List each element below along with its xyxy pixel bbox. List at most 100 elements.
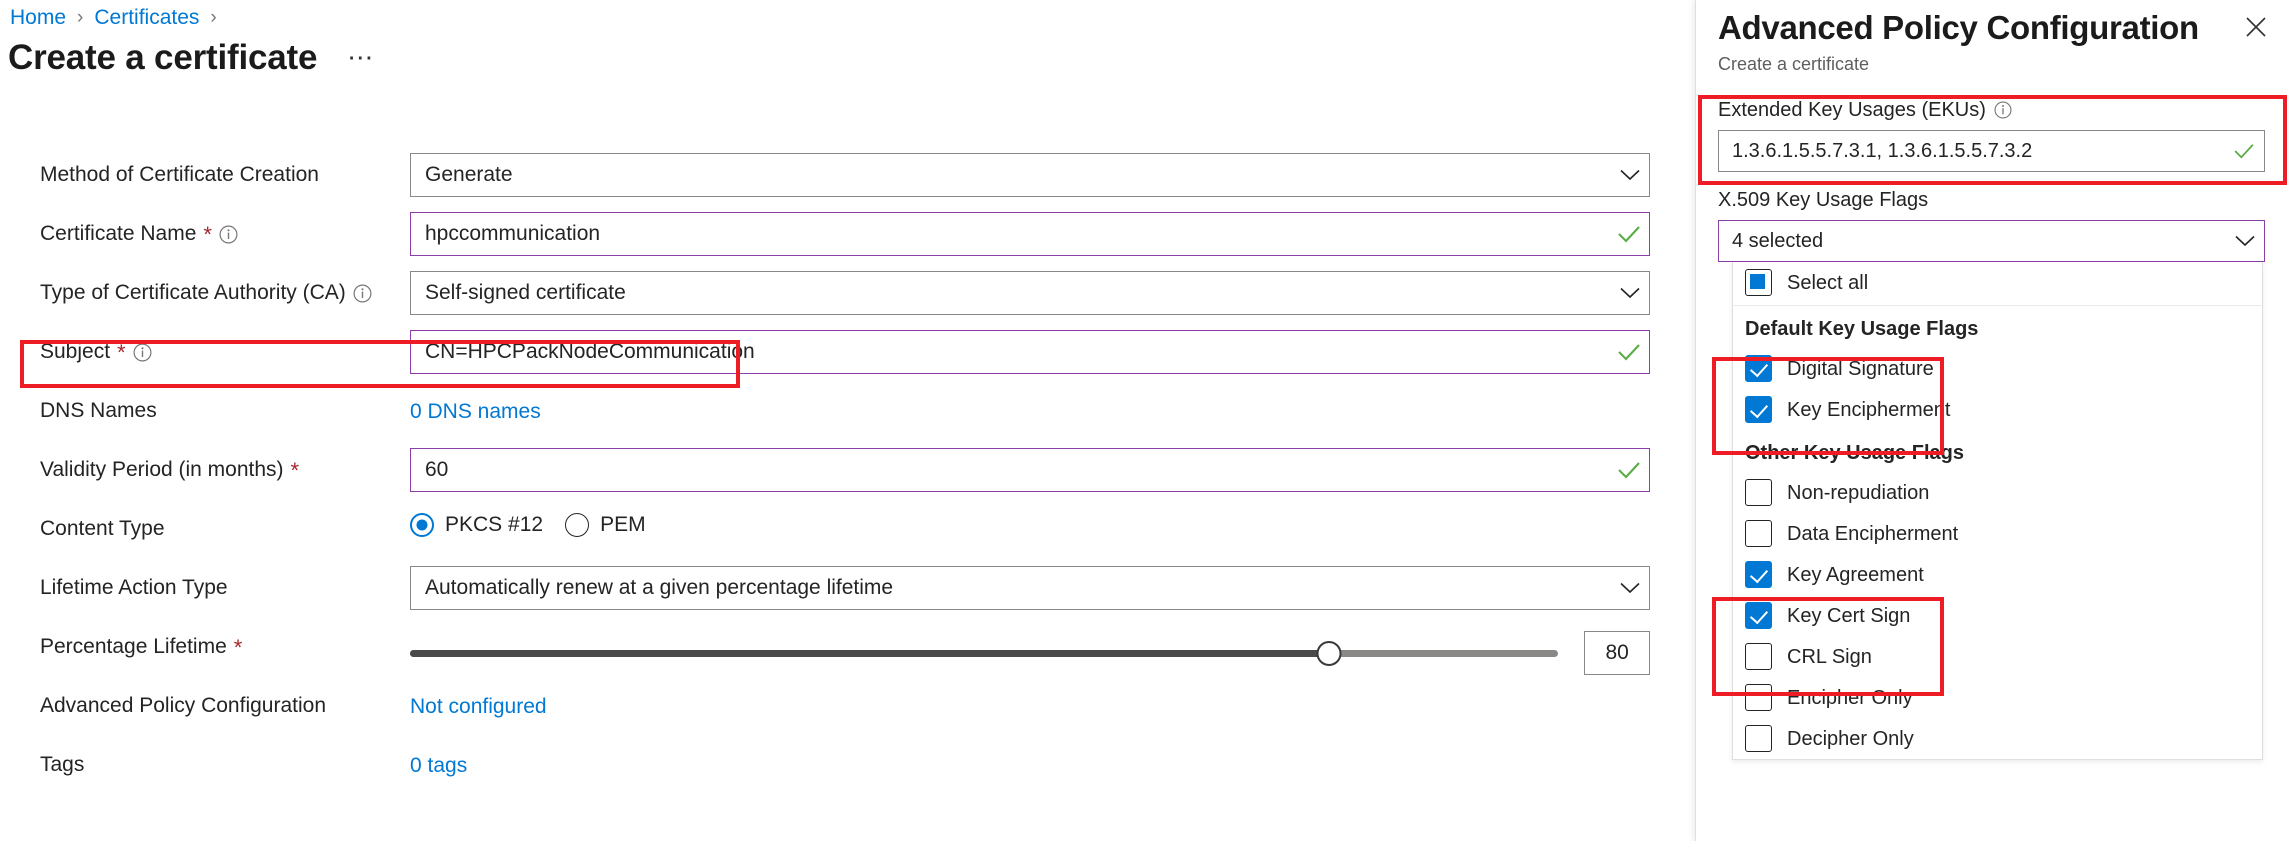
control-lifetime-action-type: Automatically renew at a given percentag… [410, 566, 1650, 610]
checkbox-unchecked-icon[interactable] [1745, 643, 1772, 670]
panel-title: Advanced Policy Configuration [1718, 9, 2199, 46]
checkbox-unchecked-icon[interactable] [1745, 725, 1772, 752]
label-text: Content Type [40, 517, 165, 540]
checkbox-checked-icon[interactable] [1745, 602, 1772, 629]
chevron-down-icon[interactable] [2226, 235, 2264, 247]
radio-option-pem[interactable]: PEM [565, 513, 646, 537]
dropdown-item-key-agreement[interactable]: Key Agreement [1733, 554, 2262, 595]
valid-check-icon [1609, 343, 1649, 361]
label-subject: Subject * [40, 337, 152, 367]
dropdown-item-key-cert-sign[interactable]: Key Cert Sign [1733, 595, 2262, 636]
chevron-down-icon[interactable] [1611, 287, 1649, 299]
dropdown-item-label: Key Encipherment [1787, 398, 1951, 421]
info-icon[interactable] [133, 343, 152, 362]
breadcrumb-certificates[interactable]: Certificates [94, 5, 199, 31]
control-advanced-policy-configuration: Not configured [410, 684, 1650, 722]
dropdown-item-decipher-only[interactable]: Decipher Only [1733, 718, 2262, 759]
close-icon[interactable] [2239, 10, 2273, 44]
dropdown-item-non-repudiation[interactable]: Non-repudiation [1733, 472, 2262, 513]
chevron-down-icon[interactable] [1611, 582, 1649, 594]
label-dns-names: DNS Names [40, 396, 157, 426]
label-text: Percentage Lifetime [40, 635, 227, 658]
slider-thumb[interactable] [1316, 640, 1342, 666]
dropdown-item-key-encipherment[interactable]: Key Encipherment [1733, 389, 2262, 430]
dropdown-item-crl-sign[interactable]: CRL Sign [1733, 636, 2262, 677]
label-text: Subject [40, 340, 111, 363]
page-header: Create a certificate ⋯ [8, 37, 375, 79]
form-row-subject: Subject * CN=HPCPackNodeCommunication [0, 330, 1695, 396]
select-value: Generate [425, 163, 513, 186]
valid-check-icon [1609, 225, 1649, 243]
label-text: Extended Key Usages (EKUs) [1718, 99, 1986, 121]
info-icon[interactable] [1994, 100, 2013, 120]
checkbox-checked-icon[interactable] [1745, 355, 1772, 382]
input-value: CN=HPCPackNodeCommunication [425, 340, 755, 363]
form-row-tags: Tags 0 tags [0, 750, 1695, 809]
control-type-of-certificate-authority: Self-signed certificate [410, 271, 1650, 315]
dropdown-x509-key-usage-flags[interactable]: 4 selected [1718, 220, 2265, 262]
select-value: Self-signed certificate [425, 281, 626, 304]
dropdown-item-data-encipherment[interactable]: Data Encipherment [1733, 513, 2262, 554]
checkbox-checked-icon[interactable] [1745, 396, 1772, 423]
percentage-lifetime-slider-wrap: 80 [410, 625, 1650, 675]
dropdown-value: 4 selected [1732, 229, 1824, 252]
label-certificate-name: Certificate Name * [40, 219, 238, 249]
form-row-validity-period: Validity Period (in months) * 60 [0, 448, 1695, 514]
select-type-of-certificate-authority[interactable]: Self-signed certificate [410, 271, 1650, 315]
required-asterisk: * [233, 635, 243, 660]
advanced-policy-configuration-panel: Advanced Policy Configuration Create a c… [1695, 0, 2287, 841]
dropdown-item-digital-signature[interactable]: Digital Signature [1733, 348, 2262, 389]
form-row-dns-names: DNS Names 0 DNS names [0, 396, 1695, 455]
select-lifetime-action-type[interactable]: Automatically renew at a given percentag… [410, 566, 1650, 610]
dropdown-item-label: Key Cert Sign [1787, 604, 1911, 627]
radio-label: PEM [600, 513, 646, 536]
chevron-down-icon[interactable] [1611, 169, 1649, 181]
info-icon[interactable] [219, 225, 238, 244]
percentage-lifetime-value[interactable]: 80 [1584, 631, 1650, 675]
radio-option-pkcs12[interactable]: PKCS #12 [410, 513, 543, 537]
dropdown-item-label: Non-repudiation [1787, 481, 1930, 504]
input-validity-period[interactable]: 60 [410, 448, 1650, 492]
form-row-percentage-lifetime: Percentage Lifetime * 80 [0, 631, 1695, 691]
required-asterisk: * [290, 458, 300, 483]
control-method-of-certificate-creation: Generate [410, 153, 1650, 197]
create-certificate-pane: Home › Certificates › Create a certifica… [0, 0, 1695, 841]
label-advanced-policy-configuration: Advanced Policy Configuration [40, 691, 326, 721]
checkbox-unchecked-icon[interactable] [1745, 479, 1772, 506]
link-tags[interactable]: 0 tags [410, 743, 467, 781]
select-method-of-certificate-creation[interactable]: Generate [410, 153, 1650, 197]
checkbox-partial-icon[interactable] [1745, 269, 1772, 296]
dropdown-item-select-all[interactable]: Select all [1733, 262, 2262, 303]
dropdown-item-encipher-only[interactable]: Encipher Only [1733, 677, 2262, 718]
input-value: 60 [425, 458, 449, 481]
valid-check-icon [2224, 143, 2264, 159]
key-usage-flags-dropdown-list: Select all Default Key Usage Flags Digit… [1732, 262, 2263, 760]
breadcrumb-home[interactable]: Home [10, 5, 66, 31]
page-title: Create a certificate [8, 38, 318, 77]
percentage-lifetime-slider[interactable] [410, 640, 1559, 666]
radio-icon-selected[interactable] [410, 513, 434, 537]
more-options-button[interactable]: ⋯ [347, 42, 375, 79]
azure-create-certificate-screen: Home › Certificates › Create a certifica… [0, 0, 2287, 841]
link-advanced-policy-configuration[interactable]: Not configured [410, 684, 547, 722]
dropdown-item-label: Key Agreement [1787, 563, 1924, 586]
label-text: Tags [40, 753, 85, 776]
info-icon[interactable] [353, 284, 372, 303]
slider-fill [410, 649, 1329, 657]
dropdown-item-label: Select all [1787, 271, 1869, 294]
input-extended-key-usages[interactable]: 1.3.6.1.5.5.7.3.1, 1.3.6.1.5.5.7.3.2 [1718, 130, 2265, 172]
link-dns-names[interactable]: 0 DNS names [410, 389, 541, 427]
label-lifetime-action-type: Lifetime Action Type [40, 573, 228, 603]
radio-icon-unselected[interactable] [565, 513, 590, 537]
checkbox-checked-icon[interactable] [1745, 561, 1772, 588]
control-certificate-name: hpccommunication [410, 212, 1650, 256]
label-text: Certificate Name [40, 222, 197, 245]
label-x509-key-usage-flags: X.509 Key Usage Flags [1718, 186, 2265, 214]
label-text: X.509 Key Usage Flags [1718, 189, 1929, 211]
checkbox-unchecked-icon[interactable] [1745, 684, 1772, 711]
select-value: Automatically renew at a given percentag… [425, 576, 894, 599]
input-certificate-name[interactable]: hpccommunication [410, 212, 1650, 256]
input-subject[interactable]: CN=HPCPackNodeCommunication [410, 330, 1650, 374]
checkbox-unchecked-icon[interactable] [1745, 520, 1772, 547]
form-row-type-of-certificate-authority: Type of Certificate Authority (CA) Self-… [0, 271, 1695, 337]
